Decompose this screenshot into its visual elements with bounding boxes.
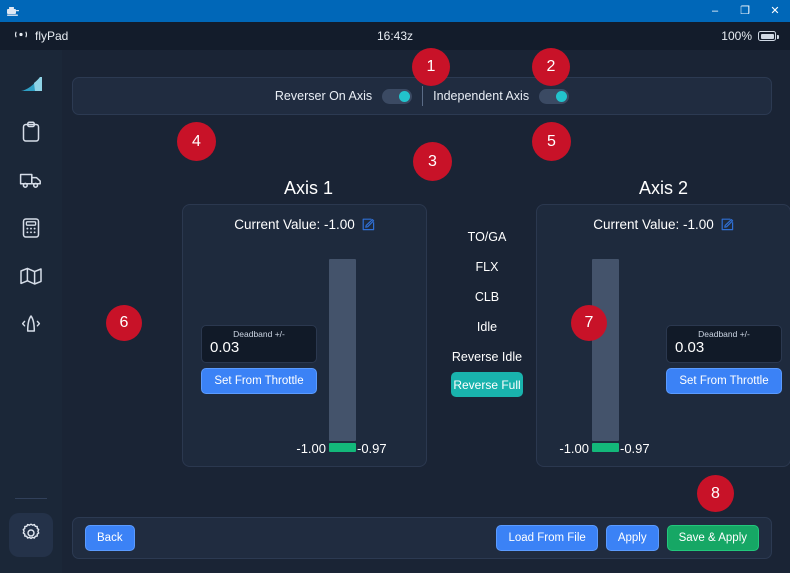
axis1-set-from-throttle-button[interactable]: Set From Throttle [201, 368, 317, 394]
axis1-gauge: -1.00 -0.97 [296, 259, 387, 456]
axis2-current-value-label: Current Value: -1.00 [593, 217, 714, 232]
minimize-button[interactable]: – [700, 0, 730, 22]
reverser-on-axis-label: Reverser On Axis [274, 89, 373, 103]
axis1-gauge-min-label: -1.00 [296, 441, 326, 456]
sidebar-item-atc[interactable] [9, 304, 53, 348]
axis1-deadband-field[interactable]: Deadband +/- 0.03 [201, 325, 317, 363]
status-bar: flyPad 16:43z 100% [0, 22, 790, 50]
app-name-label: flyPad [35, 29, 69, 43]
maximize-button[interactable]: ❐ [730, 0, 760, 22]
axis2-deadband-label: Deadband +/- [698, 329, 750, 339]
load-from-file-button[interactable]: Load From File [496, 525, 598, 551]
axis2-heading: Axis 2 [639, 178, 689, 198]
gear-icon [20, 522, 42, 549]
bottom-action-bar: Back Load From File Apply Save & Apply [72, 517, 772, 559]
sidebar-item-dispatch[interactable] [9, 112, 53, 156]
edit-pencil-icon[interactable] [362, 218, 375, 231]
close-button[interactable]: ✕ [760, 0, 790, 22]
axis2-gauge-track [592, 259, 619, 441]
axis1-panel: Current Value: -1.00 -1.00 -0.97 Deadban… [182, 204, 427, 467]
independent-axis-group: Independent Axis [433, 88, 570, 104]
sidebar [0, 50, 62, 573]
clipboard-icon [21, 121, 41, 148]
axis2-panel: Current Value: -1.00 -1.00 -0.97 Deadban… [536, 204, 790, 467]
reverser-on-axis-group: Reverser On Axis [274, 88, 413, 104]
axis2-gauge-min-label: -1.00 [559, 441, 589, 456]
sidebar-divider [15, 498, 47, 499]
sidebar-item-navigation[interactable] [9, 256, 53, 300]
axis2-gauge-max-label: -0.97 [620, 441, 650, 456]
map-icon [19, 266, 43, 291]
apply-button[interactable]: Apply [605, 525, 659, 551]
axis2-gauge-fill [592, 443, 619, 452]
axis1-deadband-label: Deadband +/- [233, 329, 285, 339]
axis2-deadband-field[interactable]: Deadband +/- 0.03 [666, 325, 782, 363]
truck-icon [19, 170, 43, 195]
main-content: Reverser On Axis Independent Axis Axis 1… [62, 50, 790, 573]
axis1-heading: Axis 1 [284, 178, 334, 198]
annotation-badge-2: 2 [532, 48, 570, 86]
window-controls: – ❐ ✕ [700, 0, 790, 22]
battery-percent-label: 100% [721, 29, 752, 43]
axis2-set-from-throttle-button[interactable]: Set From Throttle [666, 368, 782, 394]
annotation-badge-8: 8 [697, 475, 734, 512]
detent-item-idle[interactable]: Idle [451, 312, 523, 342]
sidebar-item-performance[interactable] [9, 208, 53, 252]
annotation-badge-1: 1 [412, 48, 450, 86]
detent-item-reverse-idle[interactable]: Reverse Idle [451, 342, 523, 372]
signal-icon [14, 29, 28, 43]
independent-axis-toggle[interactable] [539, 88, 570, 104]
annotation-badge-7: 7 [571, 305, 607, 341]
sidebar-item-ground[interactable] [9, 160, 53, 204]
battery-icon [758, 31, 779, 41]
status-right-group: 100% [721, 29, 779, 43]
annotation-badge-4: 4 [177, 122, 216, 161]
clock-label: 16:43z [376, 29, 414, 43]
detent-item-clb[interactable]: CLB [451, 282, 523, 312]
detent-item-reverse-full[interactable]: Reverse Full [451, 372, 523, 397]
status-left-group: flyPad [14, 29, 68, 43]
axis1-current-value-label: Current Value: -1.00 [234, 217, 355, 232]
annotation-badge-3: 3 [413, 142, 452, 181]
axis2-current-value: Current Value: -1.00 [537, 217, 790, 232]
save-and-apply-button[interactable]: Save & Apply [666, 525, 759, 551]
app-icon [0, 0, 26, 22]
window-titlebar: – ❐ ✕ [0, 0, 790, 22]
reverser-on-axis-toggle[interactable] [382, 88, 413, 104]
aircraft-nose-icon [18, 313, 44, 340]
sidebar-item-settings[interactable] [9, 513, 53, 557]
axis2-deadband-value: 0.03 [675, 339, 705, 356]
back-button[interactable]: Back [85, 525, 135, 551]
axis1-gauge-fill [329, 443, 356, 452]
edit-pencil-icon[interactable] [721, 218, 734, 231]
annotation-badge-6: 6 [106, 305, 142, 341]
aircraft-tail-icon [18, 74, 44, 99]
detent-list: TO/GA FLX CLB Idle Reverse Idle Reverse … [451, 222, 523, 397]
calculator-icon [21, 217, 41, 244]
axis1-deadband-value: 0.03 [210, 339, 240, 356]
detent-item-flx[interactable]: FLX [451, 252, 523, 282]
detent-item-togo[interactable]: TO/GA [451, 222, 523, 252]
axis1-gauge-max-label: -0.97 [357, 441, 387, 456]
independent-axis-label: Independent Axis [433, 89, 530, 103]
bottom-right-group: Load From File Apply Save & Apply [496, 525, 759, 551]
annotation-badge-5: 5 [532, 122, 571, 161]
axis2-gauge: -1.00 -0.97 [559, 259, 650, 456]
axis1-gauge-track [329, 259, 356, 441]
sidebar-item-dashboard[interactable] [9, 64, 53, 108]
axis1-current-value: Current Value: -1.00 [183, 217, 426, 232]
toggle-divider [422, 86, 424, 106]
